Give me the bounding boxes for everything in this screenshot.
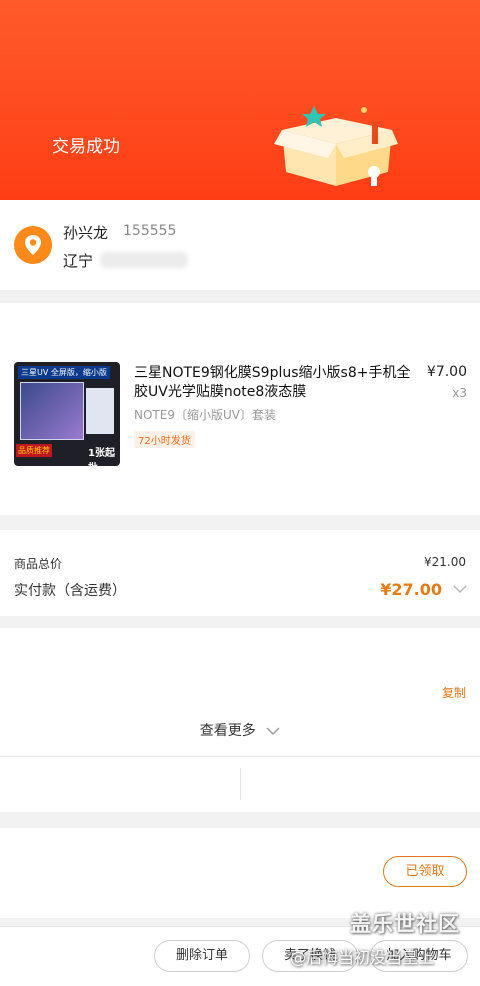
thumbnail-corner-text: 1张起批 (88, 448, 115, 466)
chevron-down-icon[interactable] (452, 582, 468, 596)
shipping-tag: 72小时发货 (134, 431, 195, 448)
shipping-address-card[interactable] (0, 200, 480, 290)
product-price: ¥7.00 (426, 364, 467, 380)
recipient-phone: 155555 (123, 223, 177, 239)
price-summary (0, 530, 480, 616)
recipient-name: 孙兴龙 (63, 224, 109, 242)
chevron-down-icon (266, 727, 280, 735)
vertical-divider (240, 768, 241, 800)
product-quantity: x3 (452, 386, 467, 400)
delete-order-button[interactable]: 删除订单 (154, 940, 250, 972)
thumbnail-promo: 品质推荐 (16, 444, 52, 457)
thumbnail-glass-box (20, 382, 84, 440)
coupon-claimed-button[interactable]: 已领取 (383, 856, 467, 887)
paid-amount-label: 实付款（含运费） (14, 583, 126, 599)
goods-total-label: 商品总价 (14, 557, 63, 571)
thumbnail-badge: 三星UV 全屏版，缩小版 (18, 366, 110, 379)
copy-button[interactable]: 复制 (442, 684, 466, 701)
watermark-site: 盖乐世社区 (350, 912, 460, 936)
watermark-caption: @后悔当初没当皇上 (290, 948, 435, 967)
product-sku: NOTE9〔缩小版UV〕套装 (134, 408, 276, 422)
view-more-button[interactable]: 查看更多 (0, 720, 480, 740)
location-pin-icon (14, 226, 52, 264)
order-status-title: 交易成功 (52, 137, 120, 157)
product-title[interactable]: 三星NOTE9钢化膜S9plus缩小版s8+手机全胶UV光学贴膜note8液态膜 (134, 364, 416, 402)
thumbnail-accessory (86, 388, 114, 434)
goods-total-value: ¥21.00 (424, 555, 466, 569)
paid-amount-value: ¥27.00 (380, 580, 442, 599)
order-status-header: 交易成功 (0, 0, 480, 200)
view-more-label: 查看更多 (199, 723, 256, 739)
open-box-illustration (274, 106, 398, 186)
address-redacted (100, 252, 188, 268)
recipient-region: 辽宁 (63, 252, 94, 270)
product-thumbnail[interactable]: 三星UV 全屏版，缩小版 品质推荐 1张起批 (14, 362, 120, 466)
